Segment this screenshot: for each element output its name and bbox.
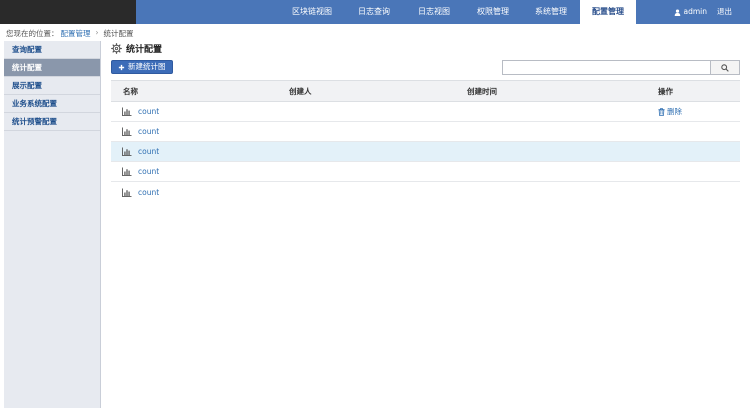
main-content: 统计配置 新建统计图 名称 创建人 创建时间 操作 count 删除 count… (111, 41, 740, 202)
row-name-cell: count (111, 107, 289, 116)
page-title: 统计配置 (126, 44, 163, 55)
stats-table: 名称 创建人 创建时间 操作 count 删除 count count coun… (111, 80, 740, 202)
delete-label: 删除 (667, 107, 682, 116)
main-nav: 区块链视图 日志查询 日志视图 权限管理 系统管理 配置管理 (280, 0, 636, 24)
breadcrumb: 您现在的位置： 配置管理 › 统计配置 (6, 28, 134, 38)
breadcrumb-prefix: 您现在的位置： (6, 29, 59, 38)
new-chart-button[interactable]: 新建统计图 (111, 60, 173, 74)
search-icon (721, 63, 729, 72)
table-row[interactable]: count (111, 182, 740, 202)
table-row[interactable]: count (111, 162, 740, 182)
breadcrumb-parent-link[interactable]: 配置管理 (61, 28, 91, 38)
page-title-row: 统计配置 (111, 41, 740, 55)
breadcrumb-current: 统计配置 (103, 29, 134, 38)
header-creator: 创建人 (289, 86, 312, 96)
user-icon (674, 8, 680, 16)
sidebar-item-stats-config[interactable]: 统计配置 (4, 59, 100, 77)
header-operation: 操作 (658, 86, 673, 96)
table-row[interactable]: count (111, 122, 740, 142)
bar-chart-icon (122, 147, 132, 156)
search-input[interactable] (502, 60, 710, 75)
bar-chart-icon (122, 167, 132, 176)
nav-item-log-view[interactable]: 日志视图 (404, 0, 464, 24)
search-box (502, 60, 740, 75)
logout-link[interactable]: 退出 (717, 0, 732, 24)
table-header: 名称 创建人 创建时间 操作 (111, 80, 740, 102)
bar-chart-icon (122, 107, 132, 116)
sidebar-item-query-config[interactable]: 查询配置 (4, 41, 100, 59)
row-name-cell: count (111, 188, 289, 197)
nav-item-blockchain-view[interactable]: 区块链视图 (280, 0, 344, 24)
table-row[interactable]: count (111, 142, 740, 162)
gear-icon (111, 42, 122, 54)
nav-item-log-query[interactable]: 日志查询 (344, 0, 404, 24)
plus-icon (118, 64, 125, 70)
row-name-cell: count (111, 167, 289, 176)
sidebar: 查询配置 统计配置 展示配置 业务系统配置 统计预警配置 (4, 41, 101, 408)
toolbar: 新建统计图 (111, 60, 740, 76)
search-button[interactable] (710, 60, 740, 75)
sidebar-item-stats-alert-config[interactable]: 统计预警配置 (4, 113, 100, 131)
row-name-cell: count (111, 127, 289, 136)
row-name-cell: count (111, 147, 289, 156)
row-name-link[interactable]: count (138, 127, 159, 136)
user-area: admin 退出 (674, 0, 732, 24)
row-name-link[interactable]: count (138, 188, 159, 197)
top-navigation-bar: 区块链视图 日志查询 日志视图 权限管理 系统管理 配置管理 admin 退出 (0, 0, 750, 24)
breadcrumb-separator: › (95, 28, 99, 37)
row-name-link[interactable]: count (138, 147, 159, 156)
header-created-time: 创建时间 (467, 86, 497, 96)
delete-button[interactable]: 删除 (658, 106, 740, 117)
nav-item-system[interactable]: 系统管理 (522, 0, 580, 24)
bar-chart-icon (122, 127, 132, 136)
new-chart-button-label: 新建统计图 (128, 62, 166, 71)
nav-item-permission[interactable]: 权限管理 (464, 0, 522, 24)
table-row[interactable]: count 删除 (111, 102, 740, 122)
trash-icon (658, 107, 665, 116)
header-name: 名称 (123, 86, 138, 96)
username[interactable]: admin (684, 0, 708, 24)
logo-area (0, 0, 136, 24)
bar-chart-icon (122, 187, 132, 197)
sidebar-item-business-system-config[interactable]: 业务系统配置 (4, 95, 100, 113)
nav-item-config[interactable]: 配置管理 (580, 0, 636, 24)
sidebar-item-display-config[interactable]: 展示配置 (4, 77, 100, 95)
row-name-link[interactable]: count (138, 107, 159, 116)
row-name-link[interactable]: count (138, 167, 159, 176)
